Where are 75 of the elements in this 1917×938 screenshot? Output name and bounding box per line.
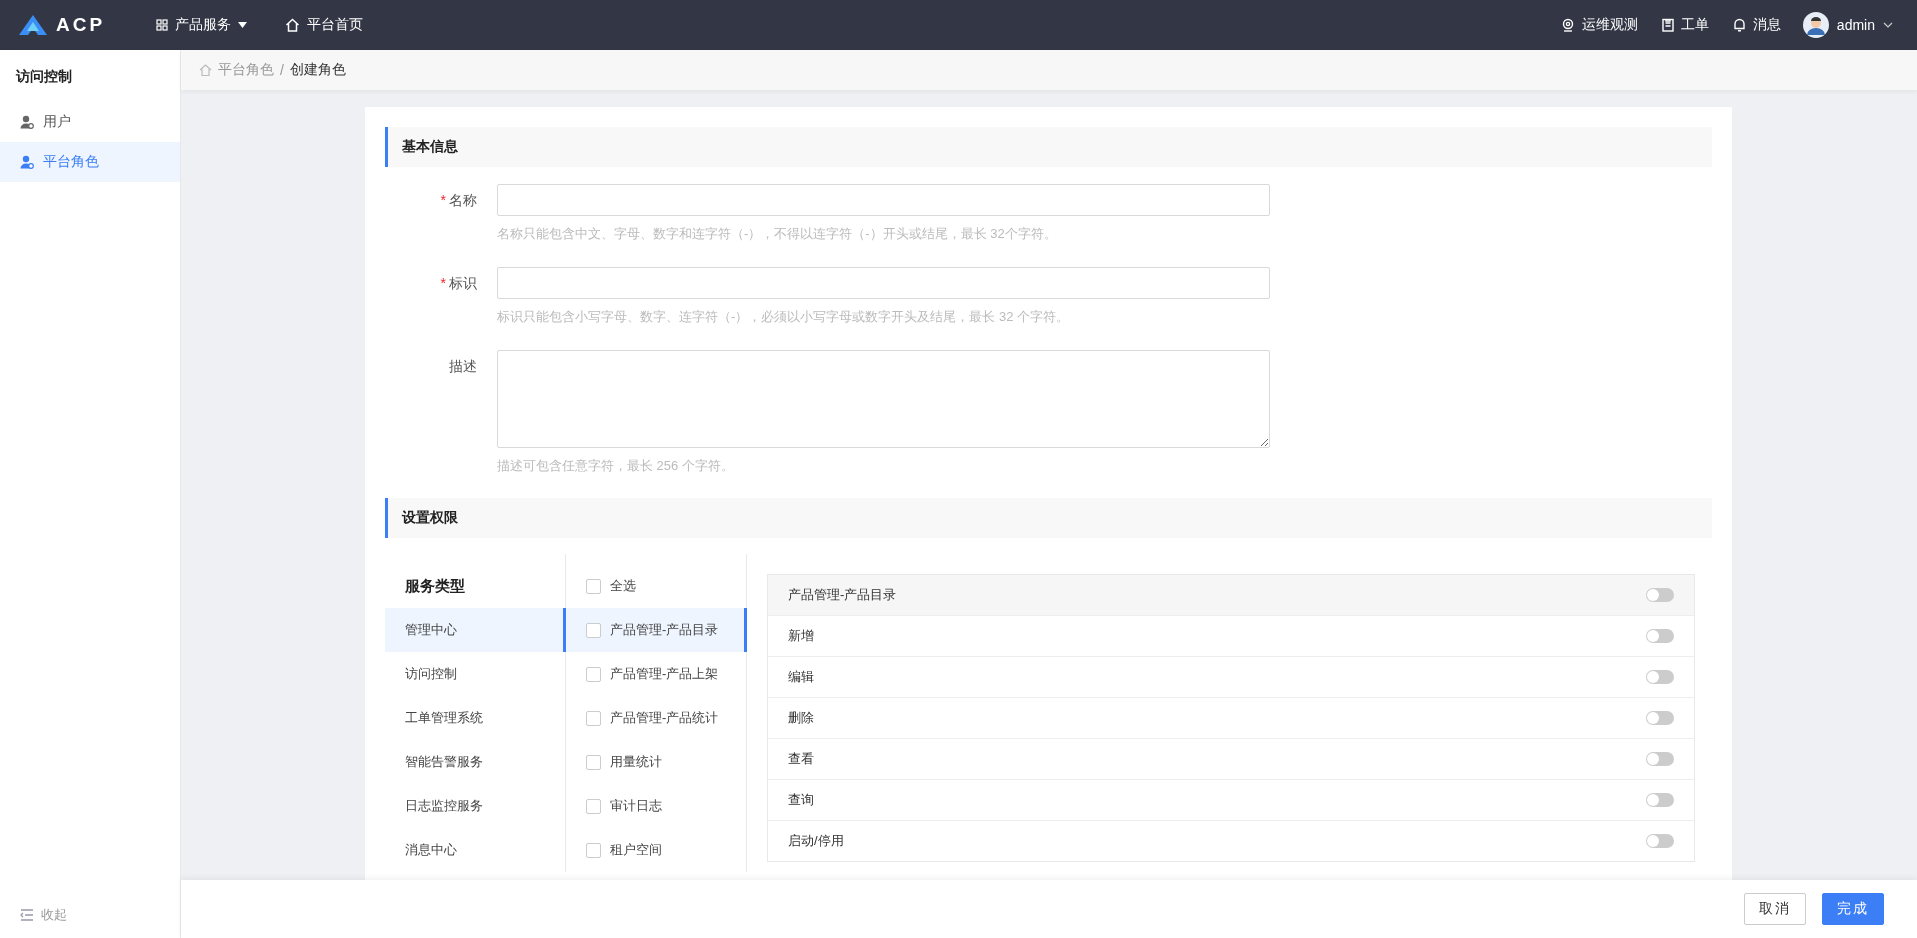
service-type-item[interactable]: 管理中心 <box>385 608 566 652</box>
caret-icon <box>238 22 247 28</box>
module-item[interactable]: 产品管理-产品目录 <box>566 608 747 652</box>
field-hint: 标识只能包含小写字母、数字、连字符（-），必须以小写字母或数字开头及结尾，最长 32 个字符。 <box>497 308 1070 326</box>
permission-label: 产品管理-产品目录 <box>788 586 897 604</box>
sidebar-item[interactable]: 平台角色 <box>0 142 180 182</box>
home-icon <box>199 64 212 76</box>
chevron-down-icon <box>1883 22 1893 28</box>
logo-text: ACP <box>56 14 106 36</box>
document-icon <box>1661 18 1674 32</box>
permission-label: 新增 <box>788 627 814 645</box>
service-type-item[interactable]: 访问控制 <box>385 652 565 696</box>
checkbox[interactable] <box>586 666 601 682</box>
location-icon <box>1560 18 1575 32</box>
checkbox[interactable] <box>586 754 601 770</box>
permission-label: 删除 <box>788 709 814 727</box>
text-input-field[interactable] <box>497 267 1270 299</box>
avatar-icon <box>1802 12 1829 38</box>
module-item[interactable]: 产品管理-产品统计 <box>566 696 746 740</box>
toggle-switch[interactable] <box>1646 588 1674 602</box>
checkbox[interactable] <box>586 798 601 814</box>
module-item[interactable]: 全选 <box>566 564 746 608</box>
service-type-item[interactable]: 消息中心 <box>385 828 565 872</box>
field-hint: 名称只能包含中文、字母、数字和连字符（-），不得以连字符（-）开头或结尾，最长 32个字符。 <box>497 225 1058 243</box>
section-header: 基本信息 <box>385 127 1712 167</box>
field-label: 描述 <box>449 358 477 374</box>
module-item[interactable]: 产品管理-产品上架 <box>566 652 746 696</box>
checkbox[interactable] <box>586 842 601 858</box>
toggle-switch[interactable] <box>1646 834 1674 848</box>
top-action[interactable]: 工单 <box>1661 16 1709 34</box>
module-item[interactable]: 租户空间 <box>566 828 746 872</box>
nav-menu-item[interactable]: 平台首页 <box>285 16 363 34</box>
bell-icon <box>1732 18 1746 32</box>
confirm-button[interactable]: 完成 <box>1822 893 1884 925</box>
required-mark: * <box>440 275 446 291</box>
checkbox[interactable] <box>586 622 601 638</box>
field-hint: 描述可包含任意字符，最长 256 个字符。 <box>497 457 735 475</box>
breadcrumb-link[interactable]: 创建角色 <box>289 61 346 79</box>
top-action[interactable]: 运维观测 <box>1560 16 1638 34</box>
checkbox[interactable] <box>586 710 601 726</box>
sidebar-title: 访问控制 <box>14 67 73 86</box>
service-type-item[interactable]: 智能告警服务 <box>385 740 565 784</box>
user-icon <box>20 115 34 129</box>
module-item[interactable]: 审计日志 <box>566 784 746 828</box>
description-textarea[interactable] <box>497 350 1270 448</box>
toggle-switch[interactable] <box>1646 793 1674 807</box>
column-title: 服务类型 <box>404 575 466 596</box>
field-label: 标识 <box>449 275 477 291</box>
section-header: 设置权限 <box>385 498 1712 538</box>
home-icon <box>285 18 300 32</box>
collapse-icon <box>20 909 34 921</box>
permission-label: 编辑 <box>788 668 814 686</box>
breadcrumb-separator: / <box>280 62 284 78</box>
text-input-field[interactable] <box>497 184 1270 216</box>
user-icon <box>20 155 34 169</box>
required-mark: * <box>440 192 446 208</box>
sidebar-item[interactable]: 用户 <box>0 102 180 142</box>
nav-menu-item[interactable]: 产品服务 <box>156 16 247 34</box>
permission-label: 启动/停用 <box>788 832 844 850</box>
module-item[interactable]: 用量统计 <box>566 740 746 784</box>
grid-icon <box>156 19 168 31</box>
service-type-item[interactable]: 工单管理系统 <box>385 696 565 740</box>
top-action[interactable]: 消息 <box>1732 16 1781 34</box>
toggle-switch[interactable] <box>1646 670 1674 684</box>
toggle-switch[interactable] <box>1646 711 1674 725</box>
service-type-item[interactable]: 日志监控服务 <box>385 784 565 828</box>
toggle-switch[interactable] <box>1646 629 1674 643</box>
checkbox[interactable] <box>586 578 601 594</box>
logo-icon <box>18 14 48 36</box>
user-menu[interactable]: admin <box>1802 12 1893 38</box>
cancel-button[interactable]: 取消 <box>1744 893 1806 925</box>
permission-label: 查询 <box>788 791 814 809</box>
permission-label: 查看 <box>788 750 814 768</box>
field-label: 名称 <box>449 192 477 208</box>
toggle-switch[interactable] <box>1646 752 1674 766</box>
